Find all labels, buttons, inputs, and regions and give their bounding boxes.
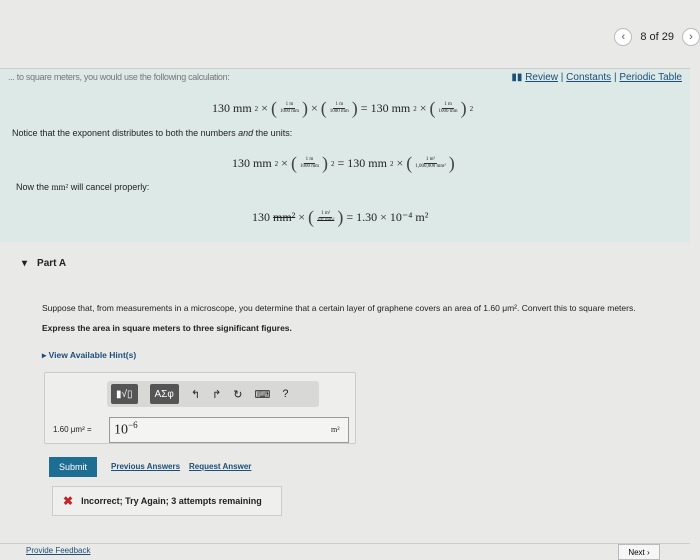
reset-icon[interactable]: ↻ xyxy=(233,388,242,401)
undo-icon[interactable]: ↰ xyxy=(191,388,200,401)
review-link[interactable]: Review xyxy=(525,72,558,83)
answer-label: 1.60 μm² = xyxy=(53,425,92,434)
provide-feedback-link[interactable]: Provide Feedback xyxy=(26,546,90,555)
periodic-table-link[interactable]: Periodic Table xyxy=(619,72,682,83)
answer-box: ▮√▯ ΑΣφ ↰ ↱ ↻ ⌨ ? 1.60 μm² = 10−6 m² xyxy=(44,372,356,444)
book-icon: ▮▮ xyxy=(511,72,523,83)
help-icon[interactable]: ? xyxy=(282,388,288,400)
keyboard-icon[interactable]: ⌨ xyxy=(255,388,271,401)
part-a-header[interactable]: ▾ Part A xyxy=(22,258,66,269)
answer-unit: m² xyxy=(331,425,340,434)
chevron-right-icon[interactable]: › xyxy=(682,28,700,46)
math-toolbar: ▮√▯ ΑΣφ ↰ ↱ ↻ ⌨ ? xyxy=(107,381,319,407)
request-answer-link[interactable]: Request Answer xyxy=(189,462,251,471)
footer-divider xyxy=(0,543,690,560)
equation-2: 130 mm 2 × (1 m 1000 mm) 2 = 130 mm 2 × (1 m² 1,… xyxy=(232,153,455,173)
resource-links: ▮▮ Review | Constants | Periodic Table xyxy=(511,72,682,83)
answer-input[interactable]: 10−6 xyxy=(109,417,349,443)
constants-link[interactable]: Constants xyxy=(566,72,611,83)
templates-button[interactable]: ▮√▯ xyxy=(111,384,138,404)
caret-down-icon: ▾ xyxy=(22,258,28,269)
x-icon: ✖ xyxy=(63,494,74,508)
chevron-left-icon[interactable]: ‹ xyxy=(614,28,633,46)
instruction-text: Express the area in square meters to thr… xyxy=(42,323,292,333)
equation-1: 130 mm 2 × (1 m 1000 mm) × (1 m 1000 mm) = 13… xyxy=(212,98,474,118)
greek-button[interactable]: ΑΣφ xyxy=(149,384,179,404)
submit-button[interactable]: Submit xyxy=(49,457,97,477)
question-text: Suppose that, from measurements in a mic… xyxy=(42,303,636,313)
redo-icon[interactable]: ↱ xyxy=(212,388,221,401)
cancel-text: Now the mm² will cancel properly: xyxy=(16,182,150,192)
notice-text: Notice that the exponent distributes to … xyxy=(12,128,293,138)
item-navigation: ‹ 8 of 29 › xyxy=(614,28,700,46)
previous-answers-link[interactable]: Previous Answers xyxy=(111,462,180,471)
question: Suppose that, from measurements in a mic… xyxy=(42,303,662,333)
faded-text: ... to square meters, you would use the … xyxy=(8,72,230,82)
view-hints-toggle[interactable]: ▸ View Available Hint(s) xyxy=(42,350,136,361)
next-button[interactable]: Next › xyxy=(618,544,660,560)
feedback-message: ✖ Incorrect; Try Again; 3 attempts remai… xyxy=(52,486,282,516)
equation-3: 130 mm² × (1 m² 10⁶ mm²) = 1.30 × 10⁻⁴ m² xyxy=(252,207,429,227)
item-position: 8 of 29 xyxy=(640,31,674,43)
